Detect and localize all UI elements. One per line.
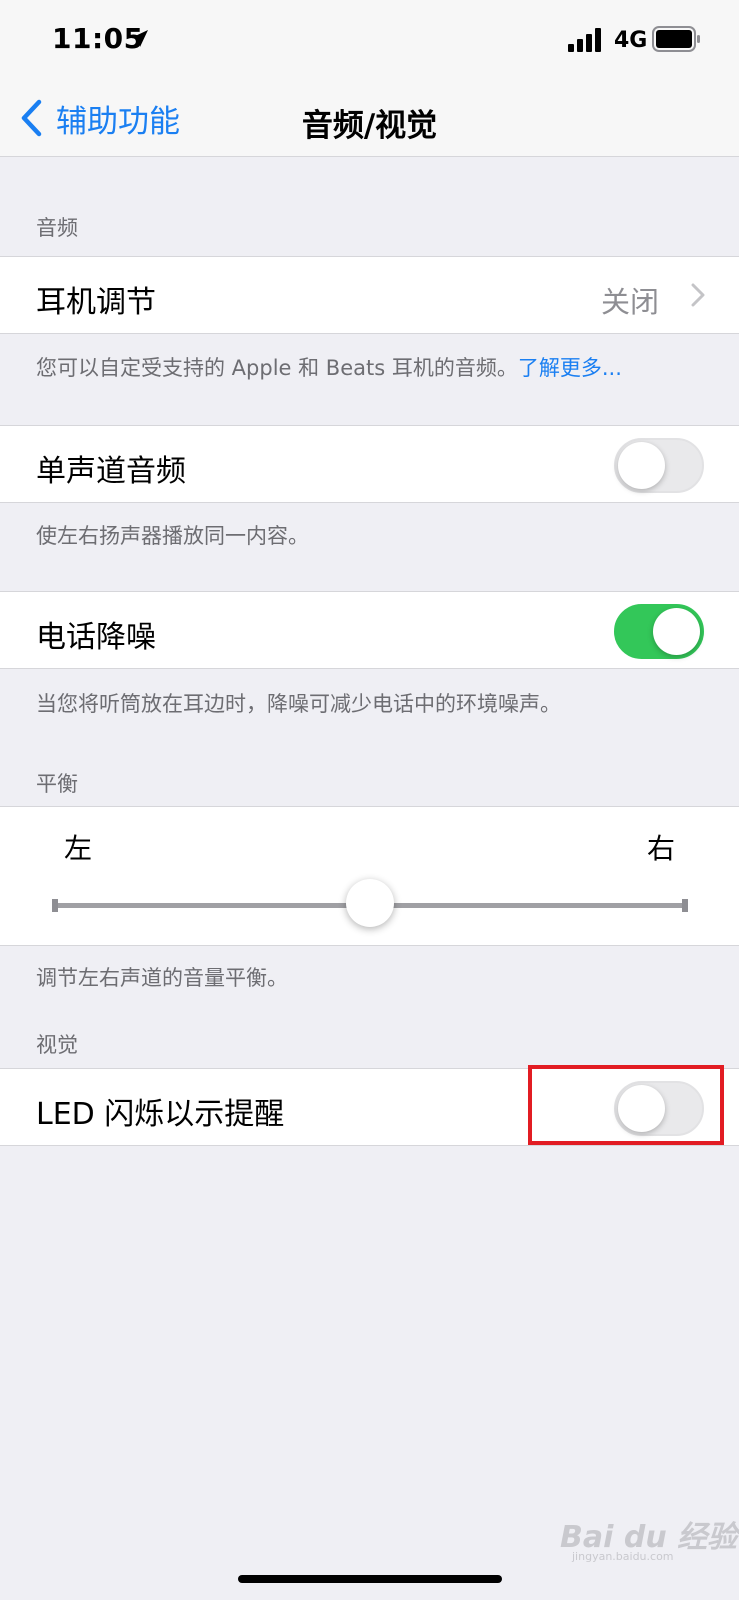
highlight-annotation bbox=[528, 1065, 724, 1145]
watermark-url: jingyan.baidu.com bbox=[572, 1550, 674, 1563]
phone-noise-footer: 当您将听筒放在耳边时，降噪可减少电话中的环境噪声。 bbox=[36, 692, 561, 716]
location-arrow-icon bbox=[131, 30, 148, 47]
balance-footer: 调节左右声道的音量平衡。 bbox=[36, 966, 288, 990]
toggle-knob bbox=[618, 442, 665, 489]
phone-noise-cancellation-toggle[interactable] bbox=[614, 604, 704, 659]
headphone-accommodations-label: 耳机调节 bbox=[36, 285, 156, 320]
section-header-visual: 视觉 bbox=[36, 1033, 78, 1057]
headphone-accommodations-row[interactable]: 耳机调节 关闭 bbox=[0, 256, 739, 334]
balance-slider[interactable] bbox=[52, 879, 688, 927]
page-title: 音频/视觉 bbox=[301, 108, 438, 144]
network-type: 4G bbox=[614, 28, 648, 53]
mono-audio-row: 单声道音频 bbox=[0, 425, 739, 503]
mono-audio-label: 单声道音频 bbox=[36, 454, 186, 489]
cellular-signal-icon bbox=[568, 28, 601, 52]
balance-row: 左 右 bbox=[0, 806, 739, 946]
headphone-accommodations-value: 关闭 bbox=[600, 285, 659, 319]
phone-noise-cancellation-row: 电话降噪 bbox=[0, 591, 739, 669]
toggle-knob bbox=[653, 608, 700, 655]
phone-noise-cancellation-label: 电话降噪 bbox=[36, 620, 156, 655]
slider-left-end bbox=[52, 899, 58, 912]
home-indicator[interactable] bbox=[238, 1575, 502, 1583]
section-header-audio: 音频 bbox=[36, 216, 78, 240]
section-header-balance: 平衡 bbox=[36, 772, 78, 796]
status-bar: 11:05 4G bbox=[0, 0, 739, 80]
navigation-bar: 辅助功能 音频/视觉 bbox=[0, 80, 739, 157]
mono-audio-toggle[interactable] bbox=[614, 438, 704, 493]
slider-right-end bbox=[682, 899, 688, 912]
chevron-right-icon bbox=[691, 283, 705, 307]
headphone-footer: 您可以自定受支持的 Apple 和 Beats 耳机的音频。了解更多... bbox=[36, 352, 622, 382]
balance-slider-thumb[interactable] bbox=[346, 879, 394, 927]
balance-right-label: 右 bbox=[646, 832, 675, 865]
battery-icon bbox=[652, 26, 700, 52]
mono-audio-footer: 使左右扬声器播放同一内容。 bbox=[36, 524, 309, 548]
headphone-footer-text: 您可以自定受支持的 Apple 和 Beats 耳机的音频。 bbox=[36, 356, 518, 380]
led-flash-label: LED 闪烁以示提醒 bbox=[36, 1097, 285, 1132]
balance-left-label: 左 bbox=[64, 832, 93, 865]
learn-more-link[interactable]: 了解更多... bbox=[518, 356, 622, 380]
